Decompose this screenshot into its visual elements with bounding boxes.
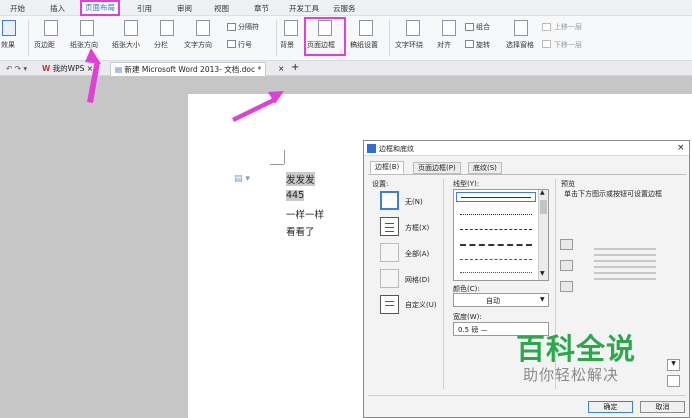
dialog-title: 边框和底纹 — [379, 145, 414, 153]
setting-none-icon[interactable] — [380, 191, 399, 210]
list-item[interactable] — [460, 244, 532, 246]
style-label: 线型(Y): — [453, 180, 480, 188]
list-item[interactable] — [456, 192, 536, 202]
tab-borders[interactable]: 边框(B) — [370, 161, 405, 174]
cancel-button[interactable]: 取消 — [640, 401, 685, 413]
divider — [368, 174, 686, 175]
app-icon — [367, 144, 376, 153]
watermark-subtitle: 助你轻松解决 — [523, 366, 620, 384]
chevron-down-icon[interactable]: ▼ — [540, 296, 545, 303]
close-icon[interactable]: × — [677, 143, 685, 153]
color-select[interactable]: 自动 ▼ — [453, 293, 549, 307]
settings-label: 设置: — [372, 180, 389, 188]
tab-page-border[interactable]: 页面边框(P) — [413, 162, 461, 174]
options-button[interactable] — [667, 375, 680, 387]
width-label: 宽度(W): — [453, 313, 482, 321]
setting-none-label[interactable]: 无(N) — [405, 197, 423, 207]
divider — [368, 395, 686, 396]
ok-button[interactable]: 确定 — [588, 401, 633, 413]
preview-area[interactable] — [594, 246, 656, 288]
arrow-right-icon — [232, 97, 277, 122]
width-value: 0.5 磅 — — [458, 326, 488, 334]
setting-custom-label[interactable]: 自定义(U) — [405, 300, 437, 310]
preview-hint: 单击下方图示或按钮可设置边框 — [564, 190, 662, 198]
setting-all-icon — [380, 243, 399, 262]
top-border-button[interactable] — [560, 239, 573, 250]
setting-all-label: 全部(A) — [405, 250, 430, 258]
setting-grid-icon — [380, 269, 399, 288]
setting-box-icon[interactable] — [380, 217, 399, 236]
line-style-list[interactable]: ▲ ▼ — [453, 189, 549, 281]
divider — [443, 179, 444, 389]
list-item[interactable] — [460, 214, 532, 215]
preview-label: 预览 — [561, 180, 575, 188]
list-item[interactable] — [460, 259, 532, 260]
watermark-title: 百科全说 — [516, 332, 637, 366]
chevron-down-icon[interactable]: ▼ — [667, 359, 680, 371]
scroll-thumb[interactable] — [540, 200, 547, 214]
color-value: 自动 — [486, 297, 500, 305]
scroll-down-icon[interactable]: ▼ — [540, 270, 545, 277]
list-item[interactable] — [460, 272, 532, 273]
setting-custom-icon[interactable] — [380, 295, 399, 314]
scroll-up-icon[interactable]: ▲ — [540, 189, 545, 196]
setting-grid-label: 网格(D) — [405, 276, 430, 284]
scrollbar[interactable]: ▲ ▼ — [538, 189, 548, 280]
dialog-titlebar[interactable]: 边框和底纹 × — [364, 141, 689, 156]
arrow-head-icon — [85, 48, 101, 64]
tab-shading[interactable]: 底纹(S) — [468, 162, 502, 174]
list-item[interactable] — [460, 229, 532, 230]
setting-box-label[interactable]: 方框(X) — [405, 223, 429, 233]
arrow-up-icon — [87, 60, 100, 103]
bottom-border-button[interactable] — [560, 281, 573, 292]
middle-border-button[interactable] — [560, 260, 573, 271]
